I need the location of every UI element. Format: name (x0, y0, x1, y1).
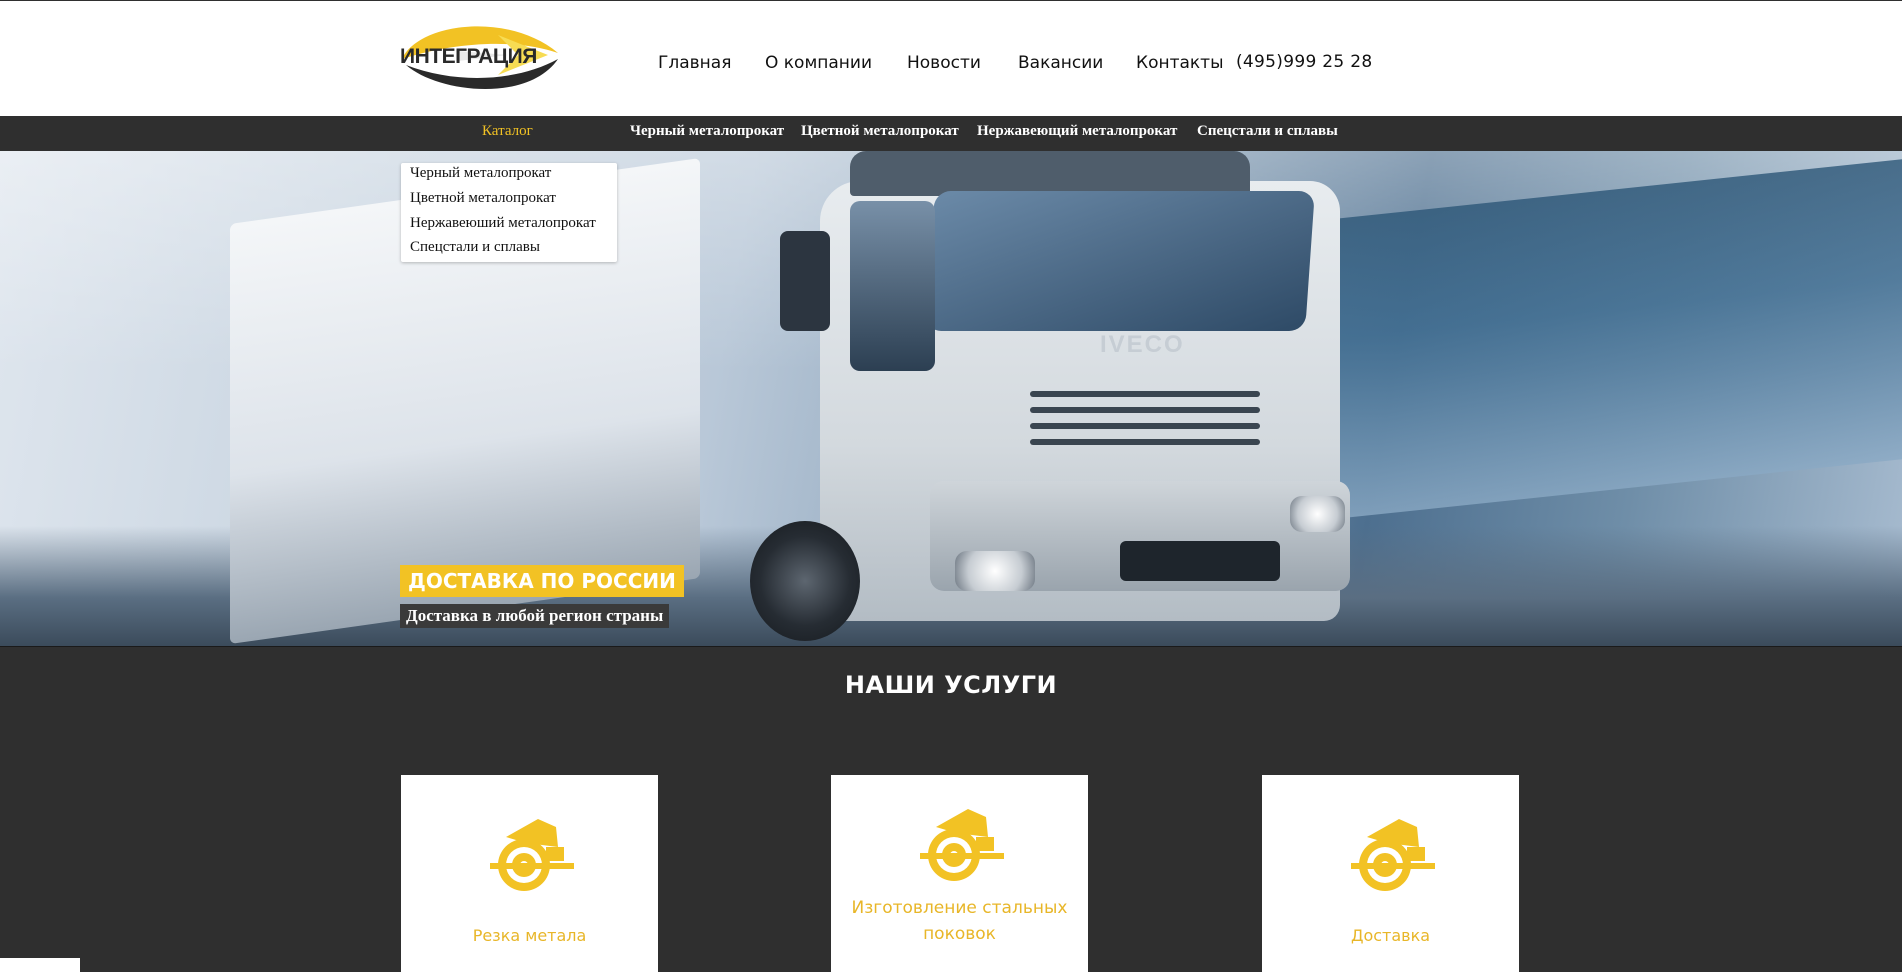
catalog-dropdown: Черный металопрокат Цветной металопрокат… (401, 163, 617, 262)
nav-vacancies[interactable]: Вакансии (1018, 53, 1103, 73)
truck-grille (1030, 391, 1260, 461)
truck-brand: IVECO (1100, 331, 1185, 358)
dropdown-item-stainless-metal[interactable]: Нержавеюший металопрокат (410, 215, 596, 232)
hero-subline: Доставка в любой регион страны (400, 604, 670, 628)
service-card-forgings[interactable]: Изготовление стальных поковок (831, 775, 1088, 972)
nav-news[interactable]: Новости (907, 53, 981, 73)
dropdown-item-black-metal[interactable]: Черный металопрокат (410, 165, 551, 182)
truck-headlight-right (1290, 496, 1345, 532)
catbar-item-nonferrous-metal[interactable]: Цветной металопрокат (801, 123, 959, 140)
status-corner (0, 958, 80, 972)
service-card-delivery[interactable]: Доставка (1262, 775, 1519, 972)
service-card-label: Изготовление стальных поковок (851, 898, 1068, 944)
circular-saw-icon (920, 809, 1004, 881)
truck-cab-roof (850, 151, 1250, 196)
nav-contacts[interactable]: Контакты (1136, 53, 1224, 73)
truck-wheel (750, 521, 860, 641)
site-header: ИНТЕГРАЦИЯ Главная О компании Новости Ва… (0, 1, 1902, 116)
truck-headlight-left (955, 551, 1035, 591)
service-card-label: Резка метала (472, 926, 587, 945)
phone-number: (495)999 25 28 (1236, 52, 1373, 72)
catalog-bar: Каталог Черный металопрокат Цветной мета… (0, 116, 1902, 151)
hero-banner: IVECO (0, 151, 1902, 646)
services-section: НАШИ УСЛУГИ Резка метала Изготовление ст… (0, 646, 1902, 972)
service-card-metal-cutting[interactable]: Резка метала (401, 775, 658, 972)
services-title: НАШИ УСЛУГИ (844, 671, 1058, 699)
dropdown-item-special-alloys[interactable]: Спецстали и сплавы (410, 239, 540, 256)
hero-headline: ДОСТАВКА ПО РОССИИ (400, 565, 684, 597)
catbar-item-special-alloys[interactable]: Спецстали и сплавы (1197, 123, 1338, 140)
nav-home[interactable]: Главная (658, 53, 731, 73)
catbar-item-black-metal[interactable]: Черный металопрокат (630, 123, 784, 140)
truck-mirror (780, 231, 830, 331)
circular-saw-icon (1351, 819, 1435, 891)
dropdown-item-nonferrous-metal[interactable]: Цветной металопрокат (410, 190, 556, 207)
truck-windshield (925, 191, 1315, 331)
truck-vent (1120, 541, 1280, 581)
nav-about[interactable]: О компании (765, 53, 872, 73)
catalog-menu-button[interactable]: Каталог (482, 123, 533, 140)
truck-cab-image: IVECO (750, 151, 1360, 641)
company-logo[interactable]: ИНТЕГРАЦИЯ (398, 15, 562, 97)
circular-saw-icon (490, 819, 574, 891)
catbar-item-stainless-metal[interactable]: Нержавеющий металопрокат (977, 123, 1177, 140)
truck-side-window (850, 201, 935, 371)
logo-text: ИНТЕГРАЦИЯ (400, 45, 537, 68)
service-card-label: Доставка (1350, 926, 1431, 945)
